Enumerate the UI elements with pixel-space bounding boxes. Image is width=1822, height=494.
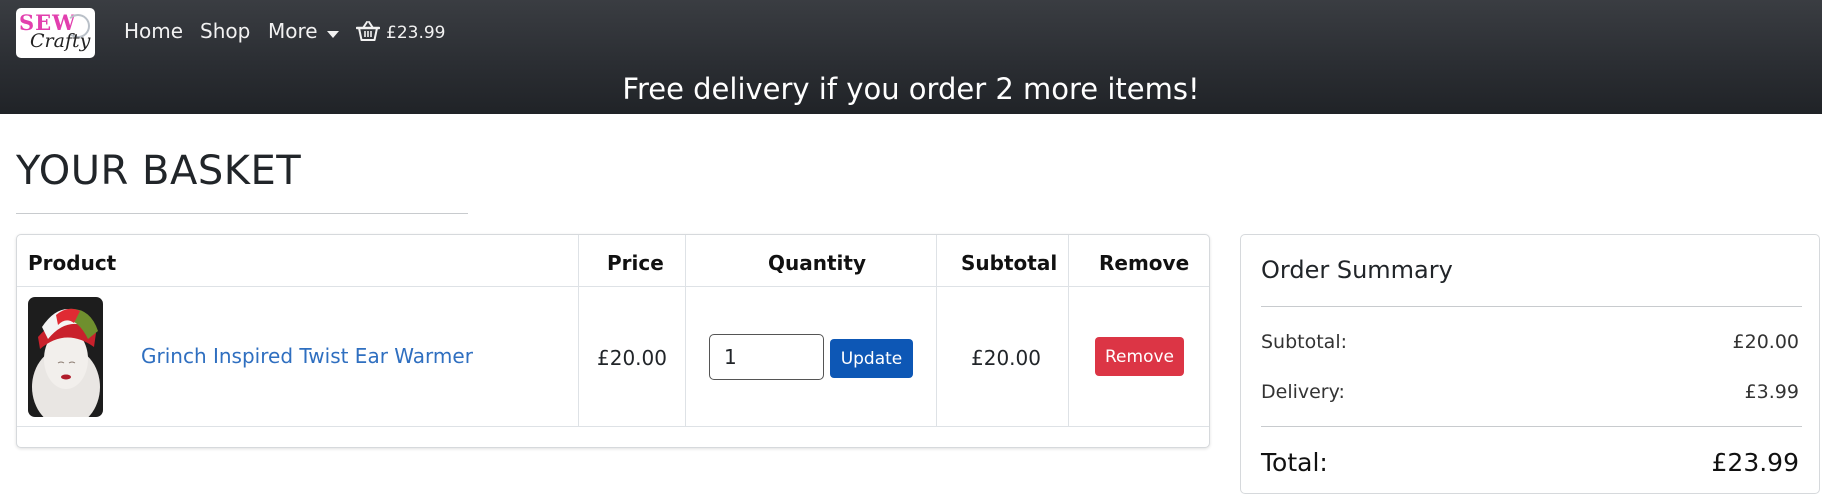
item-subtotal: £20.00 (971, 346, 1041, 370)
column-header-quantity: Quantity (768, 251, 866, 275)
summary-subtotal-value: £20.00 (1732, 331, 1799, 353)
page-title: YOUR BASKET (16, 148, 302, 194)
column-divider (578, 235, 579, 427)
column-divider (685, 235, 686, 427)
column-header-product: Product (28, 251, 117, 275)
item-price: £20.00 (597, 346, 667, 370)
column-divider (1068, 235, 1069, 427)
row-divider (17, 426, 1209, 427)
nav-link-shop[interactable]: Shop (200, 19, 250, 43)
summary-delivery-value: £3.99 (1744, 381, 1799, 403)
navbar: SEW Crafty Home Shop More £23.99 Free de… (0, 0, 1822, 114)
remove-button[interactable]: Remove (1095, 337, 1184, 376)
summary-divider (1261, 306, 1802, 307)
column-divider (936, 235, 937, 427)
summary-delivery-label: Delivery: (1261, 381, 1345, 403)
header-row-divider (17, 286, 1209, 287)
quantity-input[interactable] (709, 334, 824, 380)
chevron-down-icon[interactable] (327, 31, 339, 38)
product-image[interactable] (28, 297, 103, 417)
title-divider (16, 213, 468, 214)
nav-link-home[interactable]: Home (124, 19, 183, 43)
order-summary-title: Order Summary (1261, 256, 1453, 284)
basket-table: Product Price Quantity Subtotal Remove G… (16, 234, 1210, 448)
column-header-price: Price (607, 251, 664, 275)
product-link[interactable]: Grinch Inspired Twist Ear Warmer (141, 344, 473, 368)
logo-text-crafty: Crafty (30, 30, 91, 52)
summary-divider (1261, 426, 1802, 427)
site-logo[interactable]: SEW Crafty (16, 8, 95, 58)
column-header-subtotal: Subtotal (961, 251, 1058, 275)
update-button[interactable]: Update (830, 339, 913, 378)
nav-dropdown-more[interactable]: More (268, 19, 318, 43)
free-delivery-banner: Free delivery if you order 2 more items! (622, 72, 1200, 106)
shopping-basket-icon[interactable] (356, 20, 380, 42)
summary-subtotal-label: Subtotal: (1261, 331, 1348, 353)
basket-total[interactable]: £23.99 (386, 23, 445, 43)
order-summary: Order Summary Subtotal: £20.00 Delivery:… (1240, 234, 1820, 494)
column-header-remove: Remove (1099, 251, 1190, 275)
